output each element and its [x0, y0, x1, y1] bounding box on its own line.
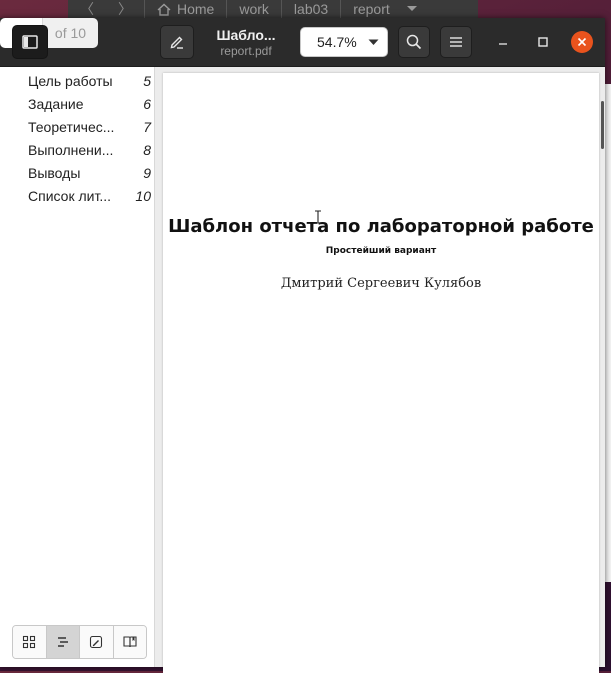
chevron-down-icon [368, 39, 379, 45]
breadcrumb-lab03: lab03 [282, 0, 340, 18]
sidebar-icon [22, 35, 38, 49]
outline-icon [57, 637, 68, 647]
pdf-page: Шаблон отчета по лабораторной работе Про… [163, 73, 599, 673]
forward-arrow-icon: 〉 [118, 1, 132, 17]
outline-item-label: Список лит... [28, 187, 111, 204]
outline-item[interactable]: Теоретичес... 7 [0, 115, 154, 138]
zoom-select[interactable]: 54.7% [300, 27, 388, 57]
outline-item-page: 6 [143, 95, 151, 112]
outline-item-page: 10 [135, 187, 151, 204]
zoom-value: 54.7% [317, 34, 357, 50]
tab-outline[interactable] [46, 626, 80, 658]
document-viewer-window: 1 of 10 Шабло... report.pdf 54.7% [0, 18, 605, 673]
breadcrumb-label: report [353, 1, 390, 17]
outline-item-label: Выполнени... [28, 141, 114, 158]
menu-button[interactable] [440, 26, 472, 58]
sidebar-toggle-button[interactable] [12, 25, 48, 59]
scrollbar[interactable] [601, 101, 604, 149]
minimize-icon [499, 43, 507, 45]
tab-annotations[interactable] [80, 626, 114, 658]
sidebar-view-switcher [12, 625, 147, 659]
header-bar: 1 of 10 Шабло... report.pdf 54.7% [0, 18, 605, 67]
outline-item[interactable]: Цель работы 5 [0, 69, 154, 92]
breadcrumb-home: Home [145, 0, 226, 18]
document-title: Шаблон отчета по лабораторной работе [168, 216, 594, 237]
chevron-down-icon [406, 6, 417, 11]
document-subtitle: Простейший вариант [325, 246, 437, 256]
outline-item-page: 5 [143, 72, 151, 89]
background-window-edge [605, 84, 611, 582]
maximize-icon [538, 37, 548, 47]
window-title: Шабло... [216, 27, 276, 43]
outline-item-label: Цель работы [28, 72, 113, 89]
search-button[interactable] [398, 26, 430, 58]
breadcrumb-label: Home [177, 1, 215, 17]
thumbnails-icon [23, 635, 36, 649]
outline-item[interactable]: Выполнени... 8 [0, 138, 154, 161]
document-title-block: Шабло... report.pdf [204, 26, 288, 59]
outline-item-label: Задание [28, 95, 84, 112]
search-icon [406, 34, 422, 50]
annotate-button[interactable] [160, 25, 194, 59]
close-icon [577, 37, 587, 47]
hamburger-menu-icon [450, 37, 462, 47]
outline-item[interactable]: Задание 6 [0, 92, 154, 115]
sidebar: Цель работы 5 Задание 6 Теоретичес... 7 Вып… [0, 67, 155, 667]
document-author: Дмитрий Сергеевич Кулябов [280, 276, 482, 291]
home-icon [157, 3, 171, 16]
minimize-button[interactable] [493, 32, 513, 52]
tab-bookmarks[interactable] [113, 626, 146, 658]
breadcrumb-report: report [341, 0, 430, 18]
annotations-icon [90, 635, 103, 649]
tab-thumbnails[interactable] [13, 626, 47, 658]
outline-item-page: 7 [143, 118, 151, 135]
page-total-label: of 10 [42, 18, 98, 48]
document-view[interactable]: Шаблон отчета по лабораторной работе Про… [155, 67, 605, 673]
outline-item[interactable]: Выводы 9 [0, 161, 154, 184]
outline-item-page: 8 [143, 141, 151, 158]
maximize-button[interactable] [533, 32, 553, 52]
breadcrumb-work: work [227, 0, 281, 18]
bookmarks-icon [123, 636, 137, 648]
background-nav: 〈 〉 [68, 0, 144, 18]
outline-list: Цель работы 5 Задание 6 Теоретичес... 7 Вып… [0, 69, 154, 207]
text-cursor-icon [315, 210, 321, 224]
outline-item[interactable]: Список лит... 10 [0, 184, 154, 207]
background-file-manager-bar: 〈 〉 Home work lab03 report [68, 0, 478, 18]
outline-item-label: Теоретичес... [28, 118, 115, 135]
pencil-icon [170, 36, 183, 49]
breadcrumb-label: work [239, 1, 269, 17]
back-arrow-icon: 〈 [80, 1, 94, 17]
outline-item-page: 9 [143, 164, 151, 181]
breadcrumb-label: lab03 [293, 1, 329, 17]
outline-item-label: Выводы [28, 164, 81, 181]
window-subtitle: report.pdf [220, 44, 272, 58]
close-button[interactable] [571, 31, 593, 53]
